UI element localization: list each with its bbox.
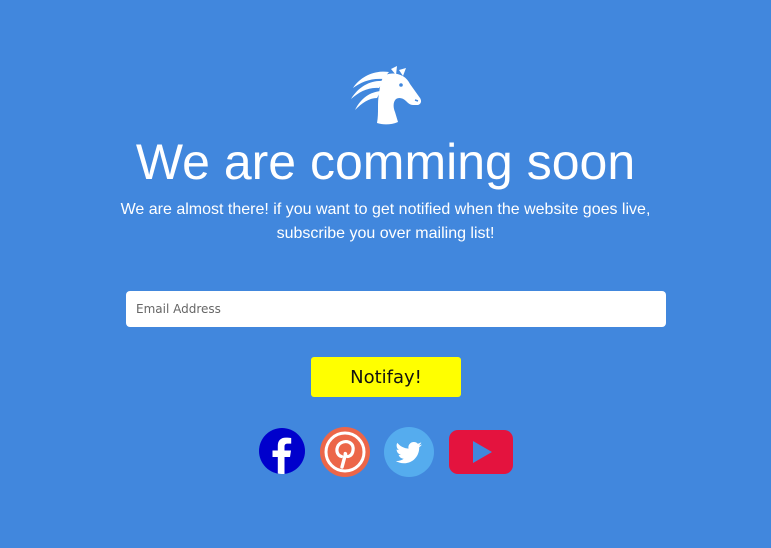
subtitle-line-2: subscribe you over mailing list! xyxy=(276,225,495,242)
horse-logo-icon xyxy=(349,66,423,126)
page-title: We are comming soon xyxy=(135,134,636,190)
notify-button[interactable]: Notifay! xyxy=(311,357,461,397)
pinterest-link[interactable] xyxy=(320,427,370,477)
twitter-icon xyxy=(384,427,434,477)
subtitle: We are almost there! if you want to get … xyxy=(100,198,671,246)
twitter-link[interactable] xyxy=(384,427,434,477)
youtube-link[interactable] xyxy=(449,430,513,474)
subtitle-line-1: We are almost there! if you want to get … xyxy=(120,201,651,218)
facebook-link[interactable] xyxy=(259,428,305,474)
youtube-icon xyxy=(449,430,513,474)
facebook-icon xyxy=(259,428,305,474)
email-input[interactable] xyxy=(126,291,666,327)
pinterest-icon xyxy=(320,427,370,477)
